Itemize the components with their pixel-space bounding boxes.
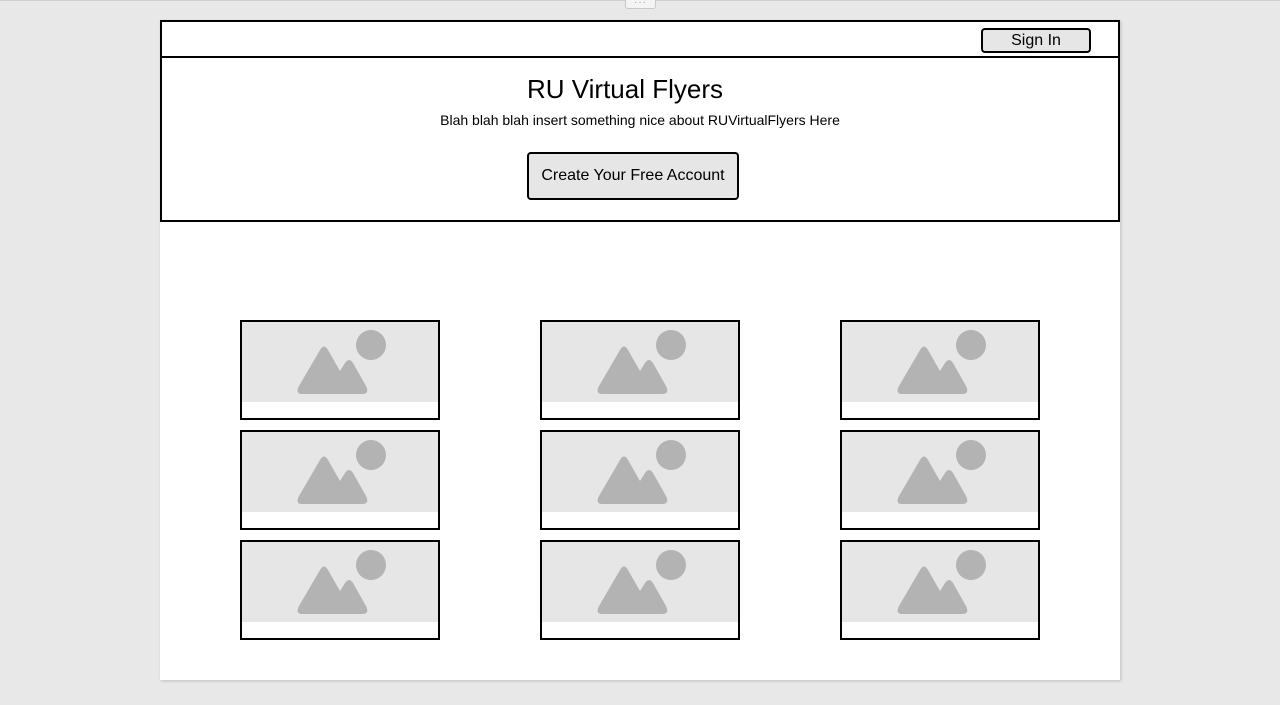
create-account-button[interactable]: Create Your Free Account: [527, 152, 739, 200]
flyer-tile[interactable]: [240, 430, 440, 530]
image-placeholder-icon: [297, 550, 386, 614]
flyer-tile[interactable]: [540, 430, 740, 530]
image-placeholder-icon: [897, 440, 986, 504]
page-title: RU Virtual Flyers: [526, 74, 723, 104]
image-placeholder-icon: [897, 550, 986, 614]
flyer-tile[interactable]: [840, 430, 1040, 530]
image-placeholder-icon: [597, 330, 686, 394]
hero-section: RU Virtual Flyers Blah blah blah insert …: [160, 56, 1120, 222]
flyer-tile[interactable]: [540, 320, 740, 420]
image-placeholder-icon: [597, 550, 686, 614]
expand-handle[interactable]: ···: [625, 0, 656, 9]
flyer-tile[interactable]: [240, 540, 440, 640]
image-placeholder-icon: [597, 440, 686, 504]
image-placeholder-icon: [297, 330, 386, 394]
sign-in-button[interactable]: Sign In: [981, 28, 1091, 53]
image-placeholder-icon: [897, 330, 986, 394]
flyer-tile[interactable]: [840, 320, 1040, 420]
flyer-tile[interactable]: [840, 540, 1040, 640]
flyer-tile[interactable]: [240, 320, 440, 420]
flyer-tile[interactable]: [540, 540, 740, 640]
hero-subtitle: Blah blah blah insert something nice abo…: [440, 112, 840, 128]
page-canvas: Sign In RU Virtual Flyers Blah blah blah…: [160, 20, 1120, 680]
image-placeholder-icon: [297, 440, 386, 504]
top-nav-bar: Sign In: [160, 20, 1120, 58]
